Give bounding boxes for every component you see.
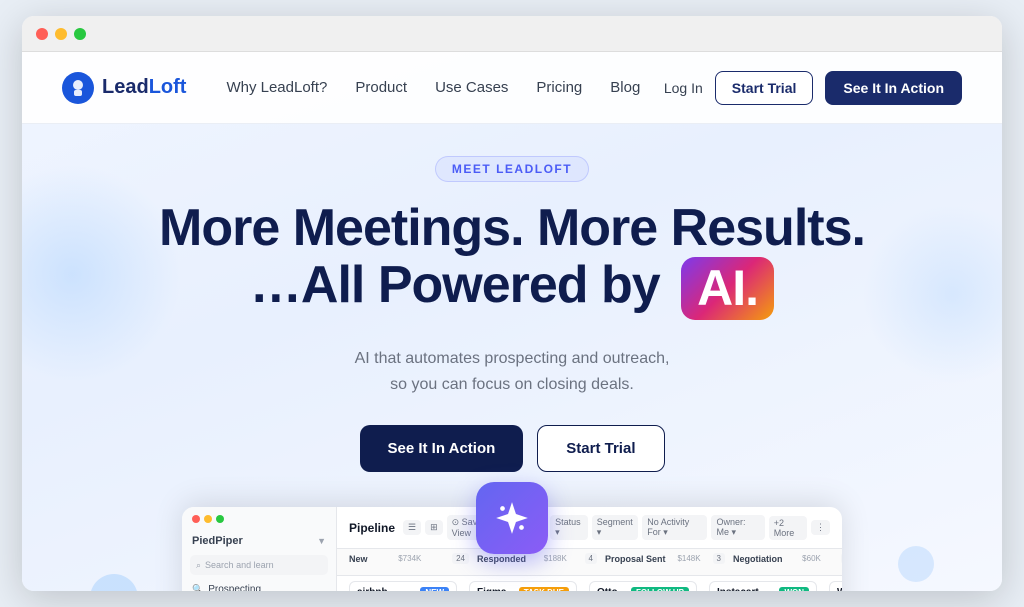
browser-dot-yellow[interactable]: [55, 28, 67, 40]
stage-negotiation-count: 2: [841, 553, 842, 564]
activity-btn[interactable]: No Activity For ▾: [642, 515, 707, 540]
deal-name-figma: Figma: [477, 587, 506, 591]
login-button[interactable]: Log In: [664, 80, 703, 96]
deal-card-instacart[interactable]: Instacart WON Mar 3, 24 $24,000/yr: [709, 581, 817, 591]
search-placeholder: Search and learn: [205, 560, 274, 570]
owner-btn[interactable]: Owner: Me ▾: [711, 515, 764, 540]
segment-btn[interactable]: Segment ▾: [592, 515, 639, 540]
deal-badge-figma: TASK DUE: [519, 587, 569, 591]
status-btn[interactable]: Status ▾: [550, 515, 588, 540]
nav-start-trial-button[interactable]: Start Trial: [715, 71, 814, 105]
hero-see-action-button[interactable]: See It In Action: [360, 425, 524, 472]
stage-responded: Responded: [477, 554, 526, 564]
chevron-down-icon: ▼: [317, 536, 326, 546]
sidebar-label-prospecting: Prospecting: [208, 584, 261, 591]
nav-links: Why LeadLoft? Product Use Cases Pricing …: [226, 79, 663, 96]
sidebar-item-prospecting[interactable]: 🔍 Prospecting: [182, 581, 336, 591]
view-toggle-grid[interactable]: ⊞: [425, 520, 443, 535]
hero-headline: More Meetings. More Results. …All Powere…: [159, 200, 865, 320]
app-sidebar-company: PiedPiper: [192, 535, 243, 547]
deal-card-otto[interactable]: Otto FOLLOW UP Jul 10, 24 $38,000/yr: [589, 581, 697, 591]
deal-card-airbnb[interactable]: airbnb NEW April 27, 24: [349, 581, 457, 591]
app-dot-yellow: [204, 515, 212, 523]
ai-float-icon: [476, 482, 548, 554]
browser-chrome: [22, 16, 1002, 52]
app-window-dots: [192, 515, 224, 523]
app-sidebar-header: PiedPiper ▼: [182, 535, 336, 547]
nav-pricing[interactable]: Pricing: [536, 79, 582, 96]
nav-why[interactable]: Why LeadLoft?: [226, 79, 327, 96]
deal-card-last[interactable]: W... Feb —: [829, 581, 842, 591]
deal-badge-airbnb: NEW: [420, 587, 449, 591]
hero-buttons: See It In Action Start Trial: [360, 425, 665, 472]
search-icon: ⌕: [196, 560, 201, 571]
app-preview: in PiedPiper ▼: [62, 502, 962, 591]
deal-name-instacart: Instacart: [717, 587, 759, 591]
hero-start-trial-button[interactable]: Start Trial: [537, 425, 664, 472]
nav-use-cases[interactable]: Use Cases: [435, 79, 508, 96]
prospecting-icon: 🔍: [192, 584, 203, 591]
pipeline-title: Pipeline: [349, 521, 395, 535]
more-btn[interactable]: +2 More: [769, 516, 807, 540]
hero-section: MEET LEADLOFT More Meetings. More Result…: [22, 124, 1002, 591]
browser-dot-green[interactable]: [74, 28, 86, 40]
browser-dot-red[interactable]: [36, 28, 48, 40]
stage-proposal-count: 3: [713, 553, 725, 564]
logo-icon: [62, 72, 94, 104]
view-toggle-list[interactable]: ☰: [403, 520, 421, 535]
deal-name-airbnb: airbnb: [357, 587, 388, 591]
stage-responded-amount: $188K: [544, 554, 567, 563]
nav-actions: Log In Start Trial See It In Action: [664, 71, 962, 105]
app-sidebar: PiedPiper ▼ ⌕ Search and learn 🔍 Prospec…: [182, 507, 337, 591]
stage-new: New: [349, 554, 368, 564]
app-main: Pipeline ☰ ⊞ ⊙ Save View Sort By ▾ Statu…: [337, 507, 842, 591]
left-bg-circle: [90, 574, 138, 591]
stage-responded-count: 4: [585, 553, 597, 564]
nav-see-action-button[interactable]: See It In Action: [825, 71, 962, 105]
deal-name-last: W...: [837, 587, 842, 591]
navbar: LeadLoft Why LeadLoft? Product Use Cases…: [22, 52, 1002, 124]
stage-new-count: 24: [452, 553, 469, 564]
stage-proposal: Proposal Sent: [605, 554, 666, 564]
pipeline-controls: ☰ ⊞ ⊙ Save View Sort By ▾ Status ▾ Segme…: [403, 515, 830, 540]
stage-negotiation: Negotiation: [733, 554, 783, 564]
app-search[interactable]: ⌕ Search and learn: [190, 555, 328, 575]
hero-badge: MEET LEADLOFT: [435, 156, 589, 182]
app-main-header: Pipeline ☰ ⊞ ⊙ Save View Sort By ▾ Statu…: [337, 507, 842, 549]
stage-negotiation-amount: $60K: [802, 554, 821, 563]
logo-text: LeadLoft: [102, 76, 186, 99]
browser-window: LeadLoft Why LeadLoft? Product Use Cases…: [22, 16, 1002, 591]
nav-product[interactable]: Product: [355, 79, 407, 96]
nav-blog[interactable]: Blog: [610, 79, 640, 96]
deal-name-otto: Otto: [597, 587, 618, 591]
app-dot-green: [216, 515, 224, 523]
page-content: LeadLoft Why LeadLoft? Product Use Cases…: [22, 52, 1002, 591]
deal-card-figma[interactable]: Figma TASK DUE Nov 11, 25 $150,000/yr: [469, 581, 577, 591]
logo[interactable]: LeadLoft: [62, 72, 186, 104]
deal-badge-instacart: WON: [779, 587, 809, 591]
right-bg-circle: [898, 546, 934, 582]
options-btn[interactable]: ⋮: [811, 520, 830, 535]
stage-new-amount: $734K: [398, 554, 421, 563]
ai-badge: AI.: [681, 257, 774, 320]
app-dot-red: [192, 515, 200, 523]
stage-proposal-amount: $148K: [677, 554, 700, 563]
hero-subtext: AI that automates prospecting and outrea…: [355, 346, 670, 397]
deal-badge-otto: FOLLOW UP: [631, 587, 689, 591]
